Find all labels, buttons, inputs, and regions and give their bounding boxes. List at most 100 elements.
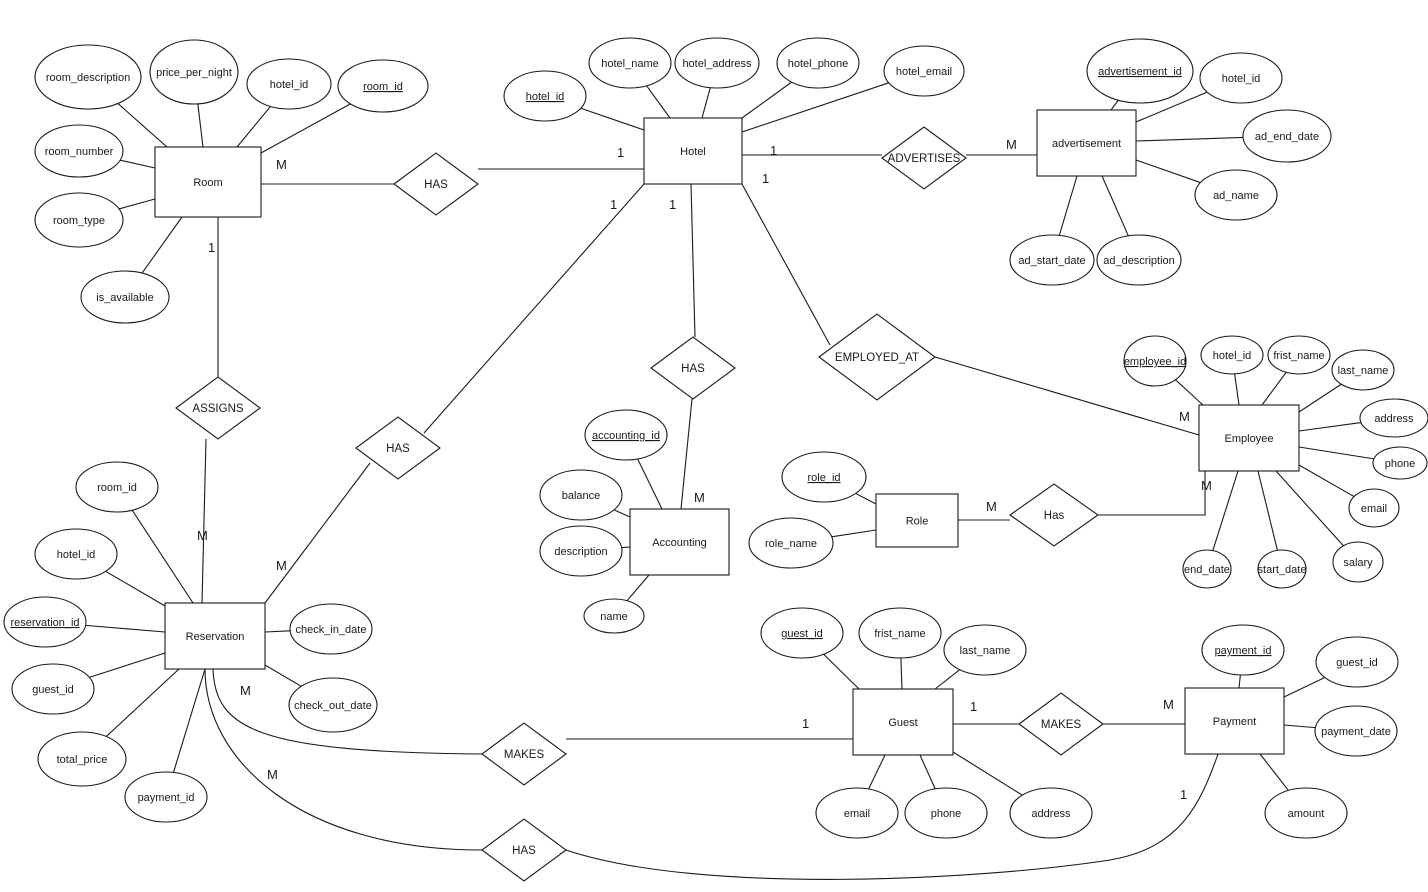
attribute-label: hotel_address [682, 58, 752, 70]
attribute-reservation-guest-id[interactable]: guest_id [11, 663, 95, 715]
relationship-employed-at[interactable]: EMPLOYED_AT [818, 313, 936, 401]
attribute-payment-payment-id[interactable]: payment_id [1201, 624, 1285, 676]
attribute-advertisement-ad-start-date[interactable]: ad_start_date [1009, 234, 1095, 286]
relationship-reservation-has-payment[interactable]: HAS [481, 818, 567, 882]
attribute-room-room-number[interactable]: room_number [34, 124, 124, 178]
attribute-reservation-payment-id[interactable]: payment_id [124, 771, 208, 823]
attribute-room-hotel-id[interactable]: hotel_id [246, 58, 332, 110]
attribute-guest-last-name[interactable]: last_name [943, 624, 1027, 676]
attribute-room-room-description[interactable]: room_description [34, 44, 142, 110]
attribute-label: is_available [96, 292, 153, 304]
attribute-hotel-hotel-address[interactable]: hotel_address [674, 37, 760, 89]
attribute-label: total_price [57, 754, 108, 766]
attribute-payment-guest-id[interactable]: guest_id [1315, 636, 1399, 688]
attribute-connector [105, 668, 180, 737]
attribute-reservation-reservation-id[interactable]: reservation_id [3, 596, 87, 648]
attribute-room-price-per-night[interactable]: price_per_night [149, 39, 239, 105]
relationship-hotel-has-reservation[interactable]: HAS [355, 416, 441, 480]
attribute-connector [141, 216, 183, 274]
attribute-room-room-id[interactable]: room_id [337, 59, 429, 113]
attribute-reservation-hotel-id[interactable]: hotel_id [34, 528, 118, 580]
relationship-hotel-has-accounting[interactable]: HAS [650, 336, 736, 400]
relationship-guest-makes-payment[interactable]: MAKES [1018, 692, 1104, 756]
attribute-guest-address[interactable]: address [1009, 787, 1093, 839]
primary-key-label: reservation_id [10, 617, 79, 629]
attribute-connector [1283, 724, 1316, 729]
attribute-connector [621, 546, 631, 549]
entity-reservation[interactable]: Reservation [164, 602, 266, 670]
cardinality-label: M [1163, 697, 1174, 712]
attribute-hotel-hotel-phone[interactable]: hotel_phone [776, 37, 860, 89]
attribute-connector [118, 198, 156, 210]
attribute-connector [1257, 470, 1278, 551]
attribute-connector [741, 81, 792, 119]
entity-guest[interactable]: Guest [852, 688, 954, 756]
attribute-label: last_name [960, 645, 1011, 657]
attribute-connector [1261, 371, 1287, 406]
attribute-role-role-name[interactable]: role_name [748, 517, 834, 569]
attribute-employee-address[interactable]: address [1359, 398, 1428, 438]
attribute-connector [1101, 175, 1129, 237]
entity-label: Payment [1213, 716, 1256, 728]
attribute-label: balance [562, 490, 601, 502]
attribute-employee-hotel-id[interactable]: hotel_id [1200, 335, 1264, 375]
attribute-connector [1283, 676, 1326, 698]
attribute-room-is-available[interactable]: is_available [80, 270, 170, 324]
relationship-hotel-advertises[interactable]: ADVERTISES [881, 126, 967, 190]
attribute-advertisement-ad-end-date[interactable]: ad_end_date [1242, 109, 1332, 163]
attribute-employee-phone[interactable]: phone [1372, 446, 1428, 480]
attribute-hotel-hotel-email[interactable]: hotel_email [883, 45, 965, 97]
attribute-advertisement-hotel-id[interactable]: hotel_id [1199, 52, 1283, 104]
entity-advertisement[interactable]: advertisement [1036, 109, 1137, 177]
attribute-hotel-hotel-id[interactable]: hotel_id [503, 70, 587, 122]
attribute-employee-end-date[interactable]: end_date [1182, 549, 1232, 589]
attribute-role-role-id[interactable]: role_id [781, 451, 867, 503]
attribute-employee-frist-name[interactable]: frist_name [1267, 335, 1331, 375]
attribute-guest-email[interactable]: email [815, 787, 899, 839]
cardinality-label: 1 [617, 145, 624, 160]
attribute-guest-guest-id[interactable]: guest_id [760, 607, 844, 659]
attribute-payment-amount[interactable]: amount [1264, 787, 1348, 839]
cardinality-label: M [276, 157, 287, 172]
relationship-connector [741, 183, 831, 346]
attribute-reservation-check-in-date[interactable]: check_in_date [289, 603, 373, 655]
attribute-accounting-name[interactable]: name [583, 598, 645, 634]
attribute-guest-phone[interactable]: phone [904, 787, 988, 839]
attribute-connector [117, 103, 168, 148]
attribute-employee-start-date[interactable]: start_date [1257, 549, 1307, 589]
attribute-label: price_per_night [156, 67, 232, 79]
attribute-room-room-type[interactable]: room_type [34, 192, 124, 248]
entity-hotel[interactable]: Hotel [643, 117, 743, 185]
entity-employee[interactable]: Employee [1198, 404, 1300, 472]
relationship-room-has-hotel[interactable]: HAS [393, 152, 479, 216]
primary-key-label: hotel_id [526, 91, 565, 103]
attribute-reservation-check-out-date[interactable]: check_out_date [288, 677, 378, 733]
attribute-employee-email[interactable]: email [1348, 488, 1400, 528]
attribute-advertisement-advertisement-id[interactable]: advertisement_id [1086, 38, 1194, 104]
entity-label: Reservation [186, 631, 245, 643]
attribute-payment-payment-date[interactable]: payment_date [1314, 705, 1398, 757]
attribute-advertisement-ad-name[interactable]: ad_name [1194, 169, 1278, 221]
attribute-connector [1135, 159, 1201, 184]
relationship-role-has-employee[interactable]: Has [1009, 483, 1099, 547]
entity-room[interactable]: Room [154, 146, 262, 218]
entity-accounting[interactable]: Accounting [629, 508, 730, 576]
entity-payment[interactable]: Payment [1184, 687, 1285, 755]
attribute-reservation-total-price[interactable]: total_price [37, 731, 127, 787]
relationship-guest-makes-reservation[interactable]: MAKES [481, 722, 567, 786]
attribute-advertisement-ad-description[interactable]: ad_description [1096, 234, 1182, 286]
relationship-room-assigns[interactable]: ASSIGNS [175, 376, 261, 440]
attribute-hotel-hotel-name[interactable]: hotel_name [588, 37, 672, 89]
attribute-accounting-description[interactable]: description [539, 525, 623, 577]
entity-role[interactable]: Role [875, 493, 959, 548]
attribute-accounting-accounting-id[interactable]: accounting_id [584, 409, 668, 461]
attribute-connector [823, 653, 860, 690]
attribute-employee-last-name[interactable]: last_name [1331, 349, 1395, 391]
attribute-label: description [554, 546, 607, 558]
attribute-employee-employee-id[interactable]: employee_id [1123, 335, 1187, 387]
primary-key-label: advertisement_id [1098, 66, 1182, 78]
attribute-guest-frist-name[interactable]: frist_name [858, 607, 942, 659]
attribute-reservation-room-id[interactable]: room_id [75, 461, 159, 513]
attribute-accounting-balance[interactable]: balance [539, 469, 623, 521]
attribute-employee-salary[interactable]: salary [1332, 541, 1384, 583]
